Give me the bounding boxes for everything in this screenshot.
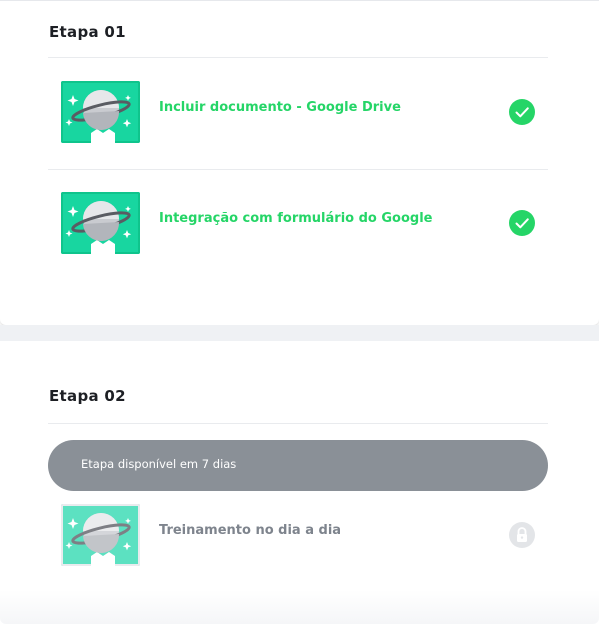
completed-status bbox=[509, 99, 535, 125]
lesson-thumbnail bbox=[61, 192, 140, 254]
locked-status bbox=[509, 522, 535, 548]
lesson-item-treinamento: Treinamento no dia a dia bbox=[48, 504, 548, 584]
lesson-item-integracao-formulario[interactable]: Integração com formulário do Google bbox=[48, 192, 548, 272]
lesson-thumbnail bbox=[61, 81, 140, 143]
planet-icon bbox=[61, 81, 140, 143]
lesson-item-incluir-documento[interactable]: Incluir documento - Google Drive bbox=[48, 81, 548, 161]
lesson-title: Treinamento no dia a dia bbox=[159, 523, 342, 538]
check-icon bbox=[515, 107, 529, 118]
stage-card-02: Etapa 02 Etapa disponível em 7 dias Trei… bbox=[0, 341, 599, 624]
check-icon bbox=[515, 218, 529, 229]
availability-banner: Etapa disponível em 7 dias bbox=[48, 440, 548, 491]
lock-icon bbox=[517, 527, 527, 542]
availability-banner-text: Etapa disponível em 7 dias bbox=[81, 457, 237, 471]
planet-icon bbox=[61, 192, 140, 254]
lesson-title[interactable]: Integração com formulário do Google bbox=[159, 211, 432, 226]
divider bbox=[48, 423, 548, 424]
stage-title: Etapa 02 bbox=[49, 387, 126, 405]
stage-title: Etapa 01 bbox=[49, 23, 126, 41]
stage-card-01: Etapa 01 Incluir documento - Google Driv… bbox=[0, 0, 599, 325]
completed-status bbox=[509, 210, 535, 236]
planet-icon bbox=[61, 504, 140, 566]
divider bbox=[48, 169, 548, 170]
section-gap bbox=[0, 325, 599, 341]
lesson-title[interactable]: Incluir documento - Google Drive bbox=[159, 100, 401, 115]
course-page: Etapa 01 Incluir documento - Google Driv… bbox=[0, 0, 599, 624]
lesson-thumbnail bbox=[61, 504, 140, 566]
divider bbox=[48, 57, 548, 58]
